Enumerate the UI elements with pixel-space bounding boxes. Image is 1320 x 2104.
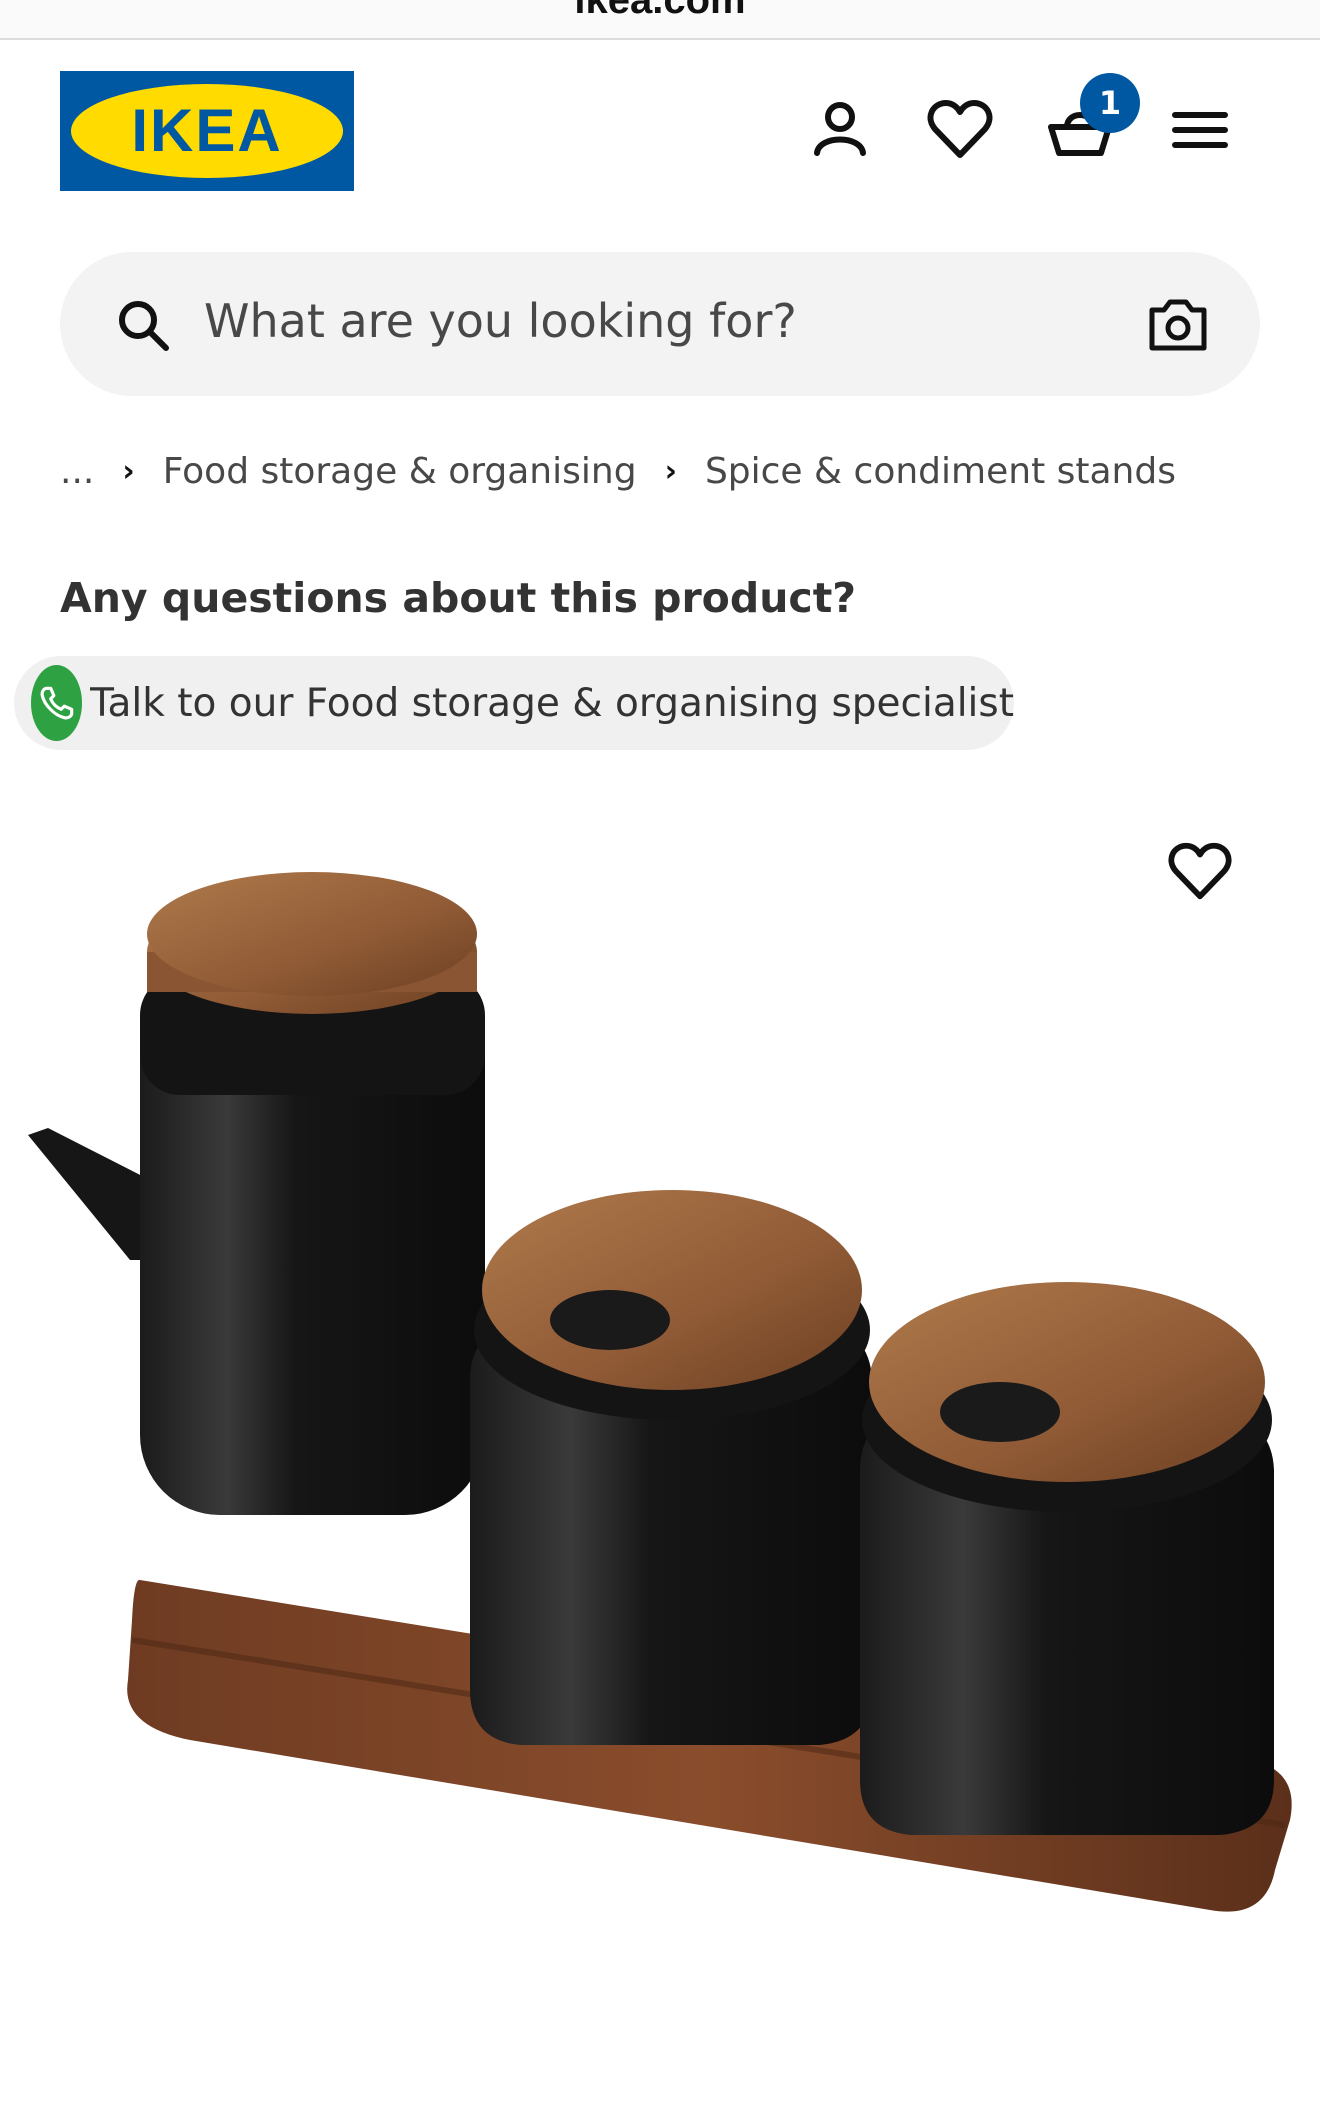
talk-to-specialist-button[interactable]: Talk to our Food storage & organising sp…	[14, 656, 1014, 750]
chevron-right-icon: ›	[122, 453, 135, 489]
search-bar[interactable]: What are you looking for?	[60, 252, 1260, 396]
breadcrumb-spice-stands[interactable]: Spice & condiment stands	[705, 451, 1176, 492]
search-input[interactable]: What are you looking for?	[204, 294, 797, 348]
profile-icon[interactable]	[805, 95, 875, 165]
browser-url-bar[interactable]: ikea.com	[0, 0, 1320, 40]
breadcrumb: ... › Food storage & organising › Spice …	[60, 446, 1176, 496]
condiment-jar-2	[860, 1282, 1274, 1835]
search-icon[interactable]	[116, 298, 172, 354]
menu-icon[interactable]	[1165, 95, 1235, 165]
oil-bottle	[28, 872, 485, 1515]
chevron-right-icon: ›	[664, 453, 677, 489]
heart-icon[interactable]	[925, 95, 995, 165]
breadcrumb-ellipsis[interactable]: ...	[60, 451, 94, 492]
product-image[interactable]	[0, 860, 1320, 2100]
questions-title: Any questions about this product?	[60, 574, 857, 622]
condiment-jar-1	[470, 1190, 872, 1745]
camera-icon[interactable]	[1146, 294, 1210, 354]
phone-icon	[31, 665, 83, 741]
cart-count-badge: 1	[1080, 73, 1140, 133]
breadcrumb-food-storage[interactable]: Food storage & organising	[163, 451, 637, 492]
browser-url: ikea.com	[574, 0, 746, 22]
logo-text: IKEA	[131, 97, 282, 164]
talk-to-specialist-label: Talk to our Food storage & organising sp…	[90, 680, 1014, 726]
ikea-logo[interactable]: IKEA	[60, 71, 354, 191]
